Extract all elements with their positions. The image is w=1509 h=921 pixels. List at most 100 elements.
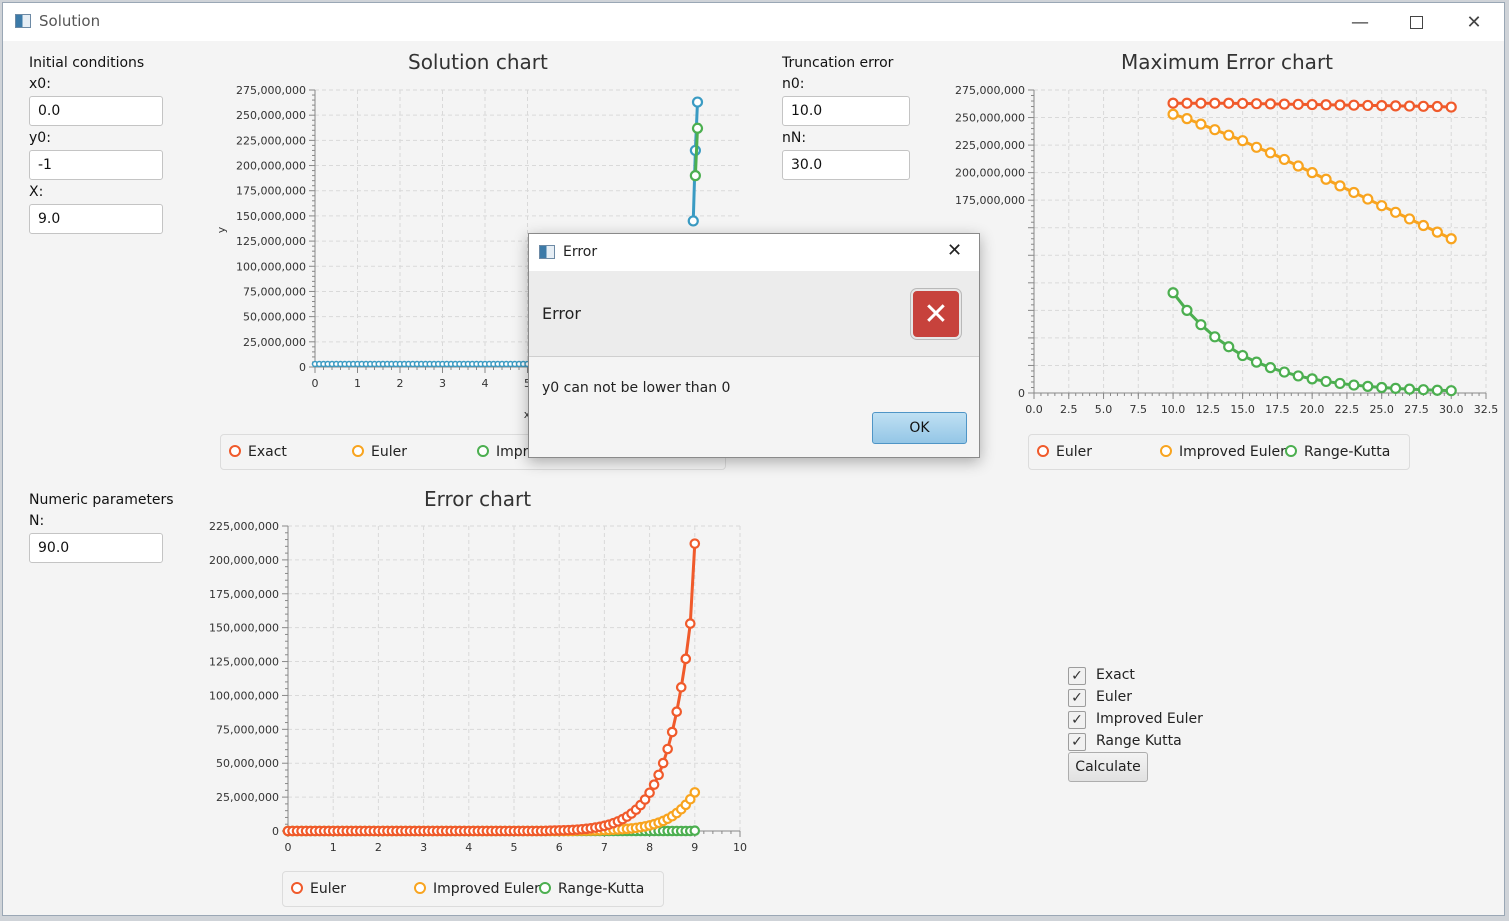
y-tick-label: 175,000,000	[955, 194, 1025, 207]
legend-marker	[1037, 445, 1049, 457]
N-input[interactable]: 90.0	[29, 533, 163, 563]
maximize-icon	[1409, 15, 1423, 29]
y-tick-label: 275,000,000	[955, 84, 1025, 97]
exact-point	[691, 96, 704, 108]
x-tick-label: 0.0	[1025, 403, 1043, 416]
nN-input[interactable]: 30.0	[782, 150, 910, 180]
dialog-title-bar[interactable]: Error ✕	[529, 234, 979, 271]
app-icon	[15, 14, 31, 28]
x-tick-label: 20.0	[1300, 403, 1325, 416]
improved-euler-point	[1167, 108, 1179, 120]
range-kutta-point	[1264, 362, 1277, 374]
euler-checkbox[interactable]: ✓	[1068, 689, 1086, 707]
x-tick-label: 6	[556, 841, 563, 854]
range-kutta-point	[1250, 356, 1263, 368]
x-tick-label: 2	[397, 377, 404, 390]
y-tick-label: 50,000,000	[243, 311, 306, 324]
y-tick-label: 125,000,000	[236, 235, 306, 248]
close-button[interactable]: ✕	[1445, 3, 1503, 41]
minimize-button[interactable]: —	[1331, 3, 1389, 41]
dialog-message: y0 can not be lower than 0	[542, 380, 731, 396]
euler-point	[675, 682, 687, 693]
range-kutta-checkbox[interactable]: ✓	[1068, 733, 1086, 751]
x-tick-label: 25.0	[1369, 403, 1394, 416]
dialog-close-button[interactable]: ✕	[947, 240, 962, 261]
range-kutta-point	[1431, 384, 1443, 396]
x-tick-label: 3	[439, 377, 446, 390]
legend-label: Improved Euler	[1179, 444, 1286, 460]
range-kutta-line	[693, 128, 699, 176]
y-tick-label: 0	[1018, 387, 1025, 400]
y-axis-label: y	[215, 226, 228, 233]
improved-euler-point	[1223, 129, 1235, 141]
numeric-parameters-header: Numeric parameters	[29, 492, 174, 508]
n0-input[interactable]: 10.0	[782, 96, 910, 126]
euler-point	[1348, 99, 1360, 111]
legend-marker	[1285, 445, 1297, 457]
improved-euler-point	[1181, 113, 1193, 125]
y-tick-label: 100,000,000	[209, 689, 279, 702]
nN-label: nN:	[782, 130, 807, 146]
legend-marker	[539, 882, 551, 894]
euler-point	[666, 726, 678, 738]
euler-point	[1431, 100, 1443, 113]
initial-conditions-header: Initial conditions	[29, 55, 145, 71]
legend-label: Exact	[248, 444, 287, 460]
y0-input[interactable]: -1	[29, 150, 163, 180]
legend-label: Improved Euler	[433, 881, 540, 897]
N-label: N:	[29, 513, 45, 529]
error-icon: ✕	[911, 289, 961, 339]
check-icon: ✓	[1071, 712, 1083, 728]
improved-euler-point	[689, 787, 701, 798]
improved-euler-checkbox[interactable]: ✓	[1068, 711, 1086, 729]
x0-input[interactable]: 0.0	[29, 96, 163, 126]
exact-checkbox[interactable]: ✓	[1068, 667, 1086, 685]
euler-point	[689, 538, 701, 549]
y-tick-label: 25,000,000	[243, 336, 306, 349]
title-bar[interactable]: Solution — ✕	[3, 3, 1504, 41]
euler-point	[1195, 97, 1207, 109]
improved-euler-point	[1195, 118, 1207, 130]
euler-point	[680, 653, 692, 665]
euler-point	[1334, 99, 1346, 111]
euler-point	[1417, 100, 1430, 112]
maximize-button[interactable]	[1387, 3, 1445, 41]
range-kutta-point	[1278, 366, 1290, 378]
close-icon: ✕	[947, 240, 963, 261]
x-tick-label: 9	[691, 841, 698, 854]
y-tick-label: 0	[272, 825, 279, 838]
range-kutta-checkbox-label: Range Kutta	[1096, 733, 1182, 749]
max-error-chart-legend: Euler Improved Euler Range-Kutta	[1028, 434, 1410, 470]
x-tick-label: 0	[312, 377, 319, 390]
legend-item-improved: Impr	[477, 444, 528, 460]
dialog-header: Error ✕	[529, 271, 979, 357]
range-kutta-point	[1376, 381, 1388, 394]
y0-label: y0:	[29, 130, 51, 146]
y-tick-label: 200,000,000	[955, 167, 1025, 180]
x-tick-label: 7	[601, 841, 608, 854]
truncation-error-header: Truncation error	[782, 55, 894, 71]
X-input[interactable]: 9.0	[29, 204, 163, 234]
euler-point	[1390, 100, 1402, 112]
range-kutta-point	[1348, 379, 1360, 391]
improved-euler-point	[1403, 213, 1416, 225]
x-tick-label: 4	[482, 377, 489, 390]
euler-point	[1237, 97, 1249, 110]
improved-euler-point	[1250, 141, 1263, 153]
y-tick-label: 200,000,000	[209, 554, 279, 567]
x-tick-label: 10.0	[1161, 403, 1186, 416]
legend-item-exact: Exact	[229, 444, 287, 460]
euler-point	[1250, 98, 1263, 110]
x-tick-label: 17.5	[1265, 403, 1290, 416]
y-tick-label: 225,000,000	[236, 134, 306, 147]
n0-label: n0:	[782, 76, 805, 92]
range-kutta-point	[1334, 377, 1346, 390]
ok-button[interactable]: OK	[872, 412, 967, 444]
y-tick-label: 75,000,000	[216, 723, 279, 736]
range-kutta-point	[1445, 385, 1457, 397]
legend-marker	[1160, 445, 1172, 457]
y-tick-label: 75,000,000	[243, 285, 306, 298]
max-error-chart-title: Maximum Error chart	[1121, 50, 1334, 74]
calculate-button[interactable]: Calculate	[1068, 752, 1148, 782]
euler-point	[671, 706, 683, 718]
